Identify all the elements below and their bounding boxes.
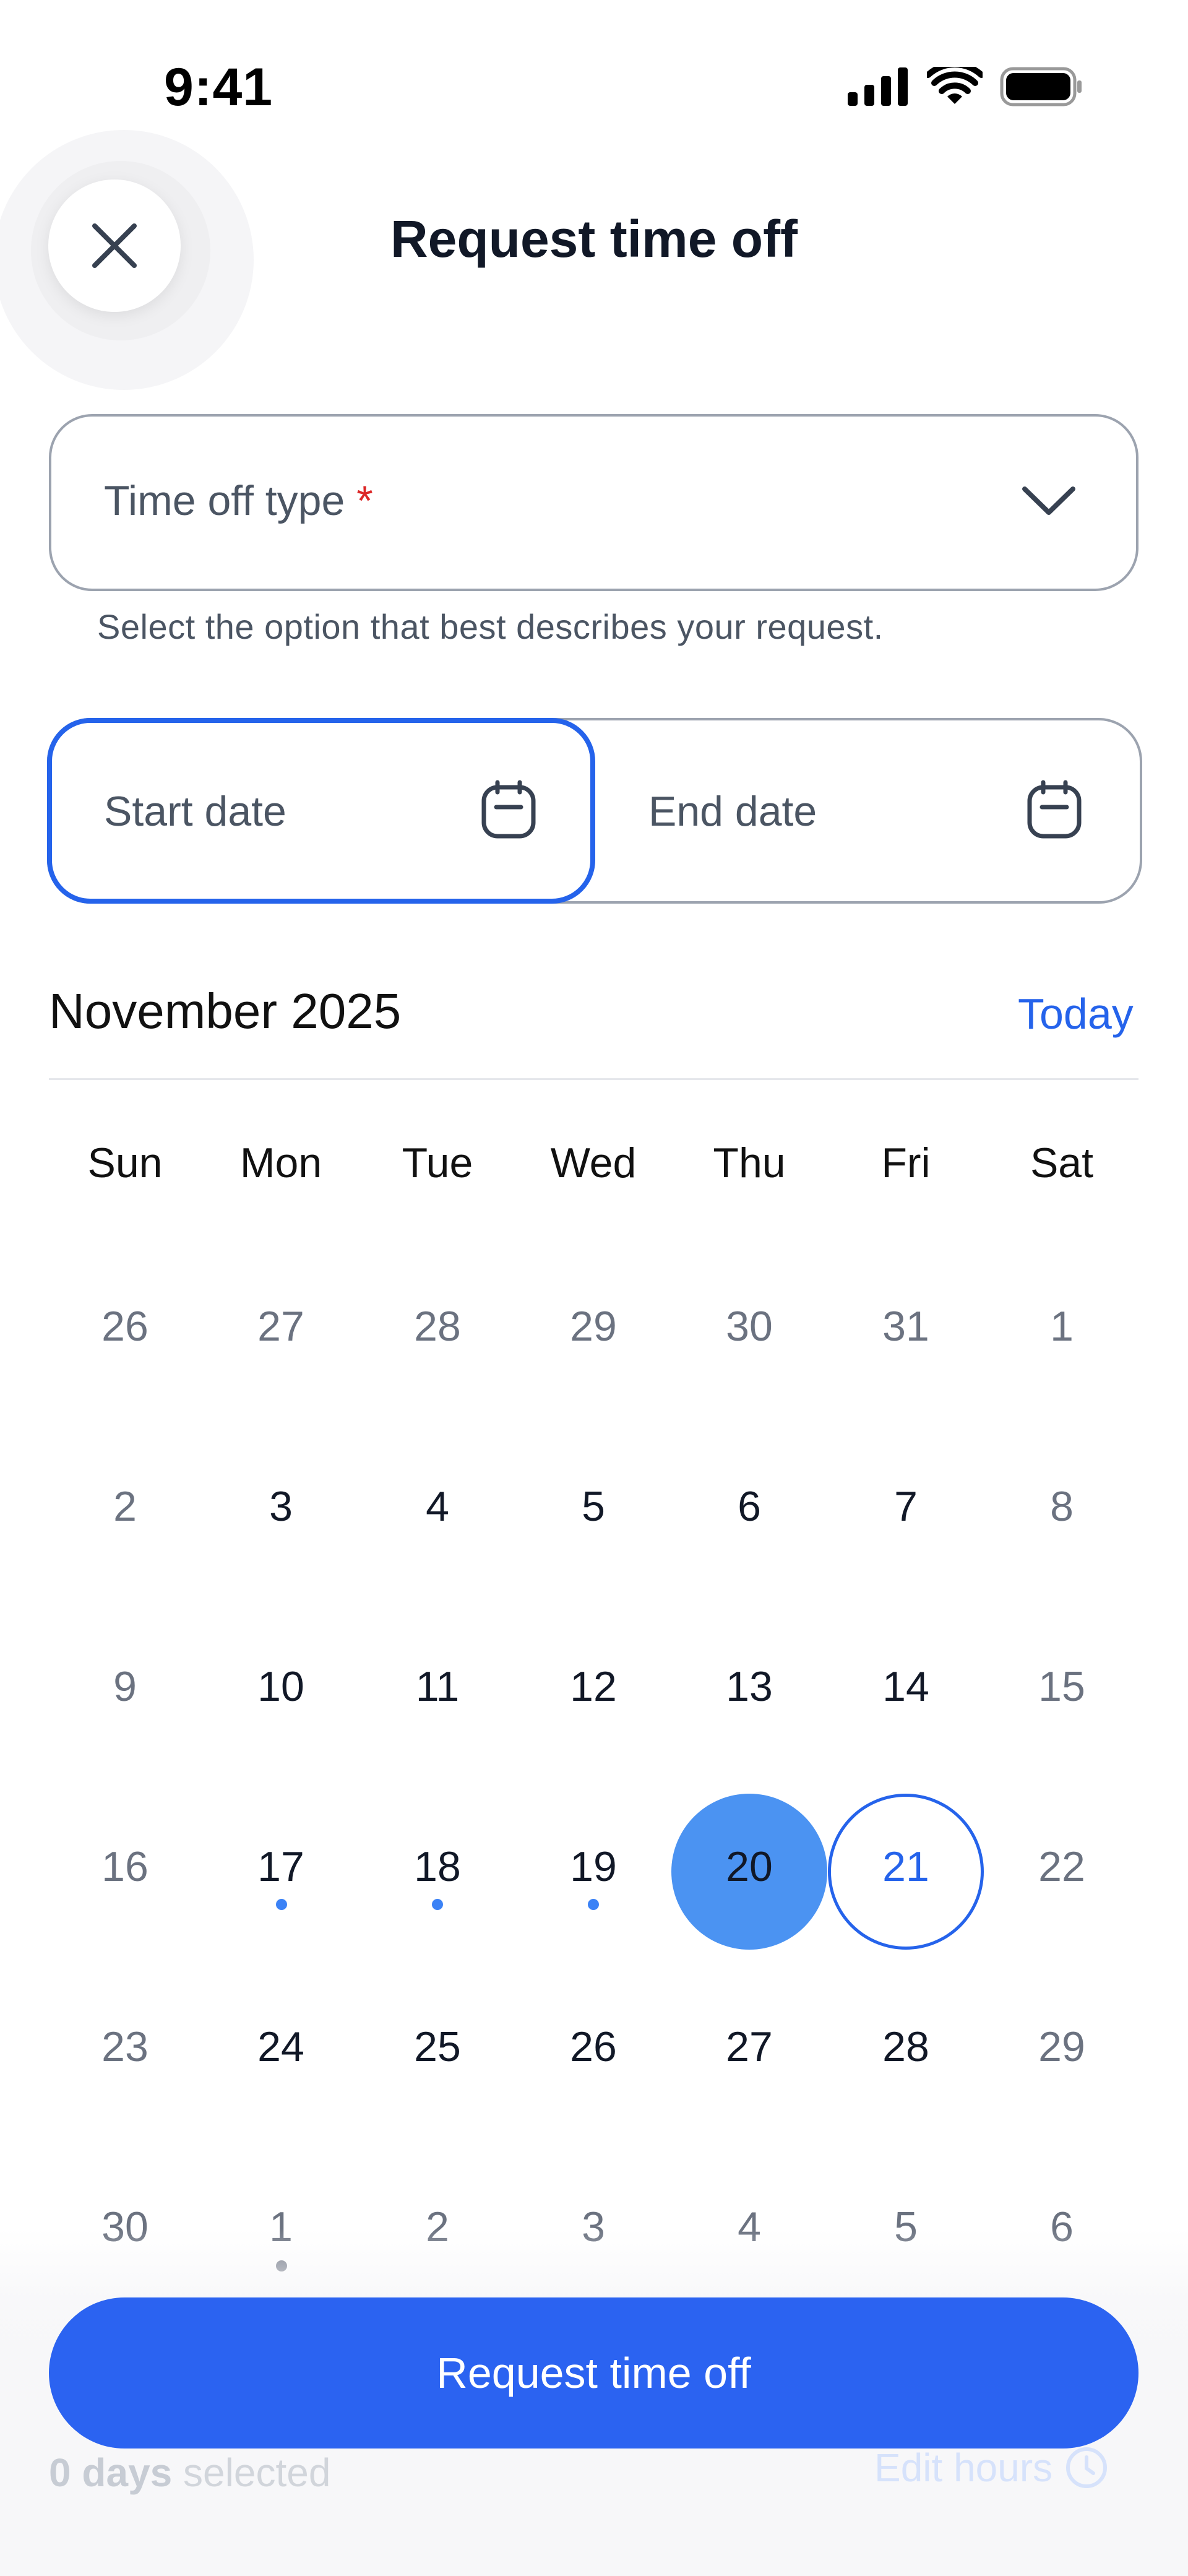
request-time-off-button[interactable]: Request time off bbox=[49, 2297, 1138, 2448]
calendar-day[interactable]: 26 bbox=[47, 1302, 203, 1351]
weekday-mon: Mon bbox=[239, 1139, 322, 1186]
calendar-day[interactable]: 1 bbox=[984, 1302, 1140, 1351]
calendar-day[interactable]: 18 bbox=[359, 1843, 515, 1891]
calendar-day-today[interactable]: 21 bbox=[828, 1843, 984, 1891]
status-icons bbox=[848, 65, 1083, 108]
calendar-day[interactable]: 26 bbox=[515, 2023, 671, 2071]
calendar-day[interactable]: 16 bbox=[47, 1843, 203, 1891]
calendar-day[interactable]: 31 bbox=[828, 1302, 984, 1351]
chevron-down-icon[interactable] bbox=[1020, 483, 1078, 520]
calendar-day[interactable]: 14 bbox=[828, 1662, 984, 1711]
calendar-day[interactable]: 28 bbox=[828, 2023, 984, 2071]
weekday-tue: Tue bbox=[402, 1139, 473, 1186]
days-selected-summary: 0 days selected bbox=[49, 2450, 330, 2496]
divider bbox=[49, 1078, 1138, 1080]
weekday-thu: Thu bbox=[713, 1139, 786, 1186]
calendar-day[interactable]: 13 bbox=[671, 1662, 827, 1711]
time-off-type-helper: Select the option that best describes yo… bbox=[97, 607, 884, 646]
calendar-day[interactable]: 19 bbox=[515, 1843, 671, 1891]
calendar-day[interactable]: 6 bbox=[671, 1482, 827, 1531]
edit-hours-label: Edit hours bbox=[874, 2445, 1053, 2490]
calendar-day[interactable]: 12 bbox=[515, 1662, 671, 1711]
calendar-icon[interactable] bbox=[481, 780, 536, 839]
time-off-type-label-text: Time off type bbox=[104, 477, 345, 524]
event-dot bbox=[588, 1899, 599, 1910]
calendar-day-selected[interactable]: 20 bbox=[671, 1843, 827, 1891]
calendar-day[interactable]: 9 bbox=[47, 1662, 203, 1711]
calendar-day[interactable]: 11 bbox=[359, 1662, 515, 1711]
calendar-day[interactable]: 15 bbox=[984, 1662, 1140, 1711]
calendar-day[interactable]: 4 bbox=[359, 1482, 515, 1531]
calendar-day[interactable]: 23 bbox=[47, 2023, 203, 2071]
calendar-day[interactable]: 3 bbox=[203, 1482, 359, 1531]
calendar-day[interactable]: 29 bbox=[984, 2023, 1140, 2071]
calendar-day[interactable]: 24 bbox=[203, 2023, 359, 2071]
calendar-day[interactable]: 29 bbox=[515, 1302, 671, 1351]
calendar-day[interactable]: 25 bbox=[359, 2023, 515, 2071]
calendar-day[interactable]: 30 bbox=[671, 1302, 827, 1351]
calendar-day[interactable]: 27 bbox=[203, 1302, 359, 1351]
calendar-icon[interactable] bbox=[1027, 780, 1082, 839]
event-dot bbox=[276, 1899, 287, 1910]
clock-icon bbox=[1066, 2447, 1108, 2488]
weekday-sat: Sat bbox=[1030, 1139, 1094, 1186]
end-date-placeholder: End date bbox=[648, 788, 817, 835]
weekday-sun: Sun bbox=[87, 1139, 163, 1186]
calendar-day[interactable]: 5 bbox=[515, 1482, 671, 1531]
calendar-day[interactable]: 2 bbox=[47, 1482, 203, 1531]
days-count: 0 days bbox=[49, 2450, 173, 2495]
weekday-fri: Fri bbox=[881, 1139, 931, 1186]
wifi-icon bbox=[927, 67, 983, 104]
weekday-wed: Wed bbox=[550, 1139, 637, 1186]
calendar-day[interactable]: 17 bbox=[203, 1843, 359, 1891]
month-title: November 2025 bbox=[49, 983, 402, 1039]
calendar-day[interactable]: 28 bbox=[359, 1302, 515, 1351]
status-time: 9:41 bbox=[164, 58, 273, 117]
battery-icon bbox=[1000, 67, 1082, 106]
time-off-type-label: Time off type * bbox=[104, 477, 373, 525]
edit-hours-link[interactable]: Edit hours bbox=[874, 2445, 1108, 2491]
event-dot bbox=[432, 1899, 443, 1910]
calendar-day[interactable]: 7 bbox=[828, 1482, 984, 1531]
calendar-day[interactable]: 8 bbox=[984, 1482, 1140, 1531]
page-title: Request time off bbox=[390, 210, 798, 268]
calendar-day[interactable]: 27 bbox=[671, 2023, 827, 2071]
calendar-day[interactable]: 10 bbox=[203, 1662, 359, 1711]
required-mark: * bbox=[356, 477, 373, 524]
days-selected-label: selected bbox=[172, 2450, 331, 2495]
signal-icon bbox=[848, 67, 908, 106]
calendar-day[interactable]: 22 bbox=[984, 1843, 1140, 1891]
today-link[interactable]: Today bbox=[1018, 989, 1134, 1039]
start-date-placeholder: Start date bbox=[104, 788, 286, 835]
